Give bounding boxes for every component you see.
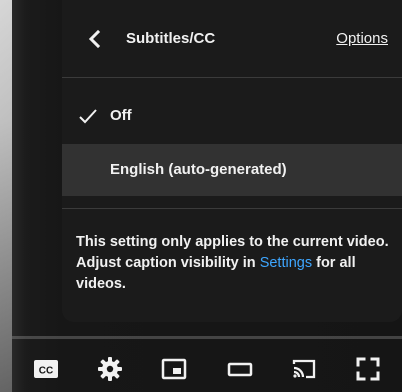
caption-option-label: English (auto-generated) <box>110 161 287 178</box>
caption-option-label: Off <box>110 107 132 124</box>
menu-header: Subtitles/CC Options <box>62 0 402 78</box>
fullscreen-button[interactable] <box>354 355 382 383</box>
options-link[interactable]: Options <box>336 30 388 47</box>
caption-info-text: This setting only applies to the current… <box>76 232 392 295</box>
menu-divider <box>62 208 402 209</box>
theater-mode-button[interactable] <box>226 355 254 383</box>
settings-gear-icon <box>98 357 122 381</box>
svg-text:CC: CC <box>39 366 53 377</box>
miniplayer-button[interactable] <box>160 355 188 383</box>
checkmark-icon <box>79 109 97 124</box>
chevron-left-icon <box>88 29 101 49</box>
subtitles-icon: CC <box>34 360 58 378</box>
back-button[interactable] <box>80 24 110 54</box>
subtitles-button[interactable]: CC <box>32 355 60 383</box>
settings-link[interactable]: Settings <box>260 255 312 271</box>
caption-option-english-auto[interactable]: English (auto-generated) <box>62 144 402 196</box>
subtitles-menu: Subtitles/CC Options Off English (auto-g… <box>62 0 402 322</box>
progress-bar[interactable] <box>12 336 402 339</box>
caption-option-off[interactable]: Off <box>62 90 402 142</box>
video-player: Subtitles/CC Options Off English (auto-g… <box>0 0 402 392</box>
settings-button[interactable] <box>96 355 124 383</box>
theater-mode-icon <box>227 362 253 377</box>
miniplayer-icon <box>161 358 187 380</box>
video-frame-edge <box>0 0 12 392</box>
fullscreen-icon <box>356 357 380 381</box>
cast-button[interactable] <box>290 355 318 383</box>
cast-icon <box>292 359 316 379</box>
menu-title: Subtitles/CC <box>126 30 216 47</box>
